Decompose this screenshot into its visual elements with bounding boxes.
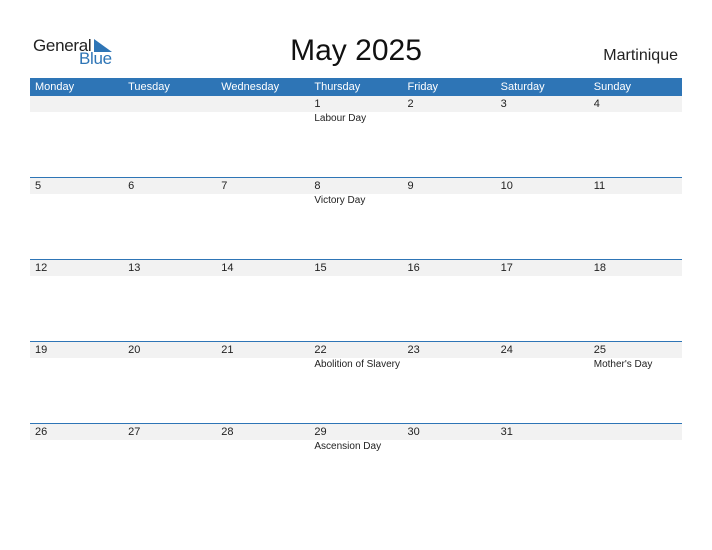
holiday-label: Ascension Day <box>314 441 382 452</box>
day-number <box>35 96 123 112</box>
week-cells: 19 20 21 22 Abolition of Slavery 23 24 25 Mother… <box>30 342 682 372</box>
day-number: 22 <box>314 344 327 356</box>
day-cell: 20 <box>123 342 216 372</box>
day-number: 7 <box>221 180 228 192</box>
day-cell <box>589 424 682 454</box>
week-cells: 26 27 28 29 Ascension Day 30 31 <box>30 424 682 454</box>
day-cell <box>30 96 123 126</box>
day-number: 2 <box>407 98 414 110</box>
day-number: 29 <box>314 426 327 438</box>
day-cell: 12 <box>30 260 123 276</box>
day-cell: 22 Abolition of Slavery <box>309 342 402 372</box>
calendar-week: 12 13 14 15 16 17 18 <box>30 259 682 341</box>
day-number: 14 <box>221 262 234 274</box>
weekday-monday: Monday <box>35 81 75 93</box>
day-number: 28 <box>221 426 234 438</box>
day-cell: 23 <box>403 342 496 372</box>
day-cell: 3 <box>496 96 589 126</box>
day-number: 27 <box>128 426 141 438</box>
weeks-container: 1 Labour Day 2 3 4 5 6 7 8 Victory Day 9 10 11 12 13 14… <box>30 96 682 505</box>
weekday-saturday: Saturday <box>500 81 545 93</box>
day-cell: 31 <box>496 424 589 454</box>
calendar-week: 1 Labour Day 2 3 4 <box>30 96 682 177</box>
week-cells: 5 6 7 8 Victory Day 9 10 11 <box>30 178 682 208</box>
day-number: 21 <box>221 344 234 356</box>
day-cell: 14 <box>216 260 309 276</box>
day-cell: 6 <box>123 178 216 208</box>
day-cell: 21 <box>216 342 309 372</box>
weekday-header: Monday Tuesday Wednesday Thursday Friday… <box>30 78 682 96</box>
day-cell: 26 <box>30 424 123 454</box>
day-cell: 30 <box>403 424 496 454</box>
day-number: 19 <box>35 344 48 356</box>
calendar-week: 26 27 28 29 Ascension Day 30 31 <box>30 423 682 505</box>
day-number: 4 <box>593 98 600 110</box>
day-cell: 17 <box>496 260 589 276</box>
day-number: 18 <box>593 262 606 274</box>
day-number: 26 <box>35 426 48 438</box>
calendar-grid: Monday Tuesday Wednesday Thursday Friday… <box>30 78 682 505</box>
day-cell <box>123 96 216 126</box>
day-number: 8 <box>314 180 321 192</box>
day-cell: 4 <box>589 96 682 126</box>
weekday-friday: Friday <box>407 81 439 93</box>
day-cell: 28 <box>216 424 309 454</box>
day-number: 30 <box>407 426 420 438</box>
calendar-week: 5 6 7 8 Victory Day 9 10 11 <box>30 177 682 259</box>
day-cell: 2 <box>403 96 496 126</box>
week-cells: 1 Labour Day 2 3 4 <box>30 96 682 126</box>
day-cell: 8 Victory Day <box>309 178 402 208</box>
day-cell: 24 <box>496 342 589 372</box>
day-cell: 16 <box>403 260 496 276</box>
day-number: 13 <box>128 262 141 274</box>
day-number: 10 <box>500 180 513 192</box>
day-cell: 7 <box>216 178 309 208</box>
day-number: 31 <box>500 426 513 438</box>
day-cell: 25 Mother's Day <box>589 342 682 372</box>
weekday-thursday: Thursday <box>314 81 361 93</box>
holiday-label: Mother's Day <box>593 359 653 370</box>
day-cell: 19 <box>30 342 123 372</box>
holiday-label: Abolition of Slavery <box>314 359 400 370</box>
day-number <box>221 96 309 112</box>
holiday-label: Labour Day <box>314 113 367 124</box>
day-cell: 27 <box>123 424 216 454</box>
weekday-wednesday: Wednesday <box>221 81 280 93</box>
day-number: 25 <box>593 344 606 356</box>
day-cell: 18 <box>589 260 682 276</box>
day-cell: 13 <box>123 260 216 276</box>
day-cell: 11 <box>589 178 682 208</box>
day-cell: 10 <box>496 178 589 208</box>
day-number: 20 <box>128 344 141 356</box>
calendar-week: 19 20 21 22 Abolition of Slavery 23 24 25 Mother… <box>30 341 682 423</box>
day-number <box>128 96 216 112</box>
day-cell <box>216 96 309 126</box>
holiday-label: Victory Day <box>314 195 366 206</box>
day-number: 23 <box>407 344 420 356</box>
day-cell: 15 <box>309 260 402 276</box>
weekday-sunday: Sunday <box>593 81 632 93</box>
day-number: 15 <box>314 262 327 274</box>
day-number: 3 <box>500 98 507 110</box>
week-cells: 12 13 14 15 16 17 18 <box>30 260 682 276</box>
day-number: 16 <box>407 262 420 274</box>
day-number: 11 <box>593 180 606 192</box>
day-cell: 5 <box>30 178 123 208</box>
day-number <box>594 424 682 440</box>
day-cell: 9 <box>403 178 496 208</box>
day-number: 24 <box>500 344 513 356</box>
day-number: 1 <box>314 98 321 110</box>
day-number: 5 <box>35 180 42 192</box>
day-number: 17 <box>500 262 513 274</box>
day-number: 6 <box>128 180 135 192</box>
day-number: 12 <box>35 262 48 274</box>
day-cell: 1 Labour Day <box>309 96 402 126</box>
day-cell: 29 Ascension Day <box>309 424 402 454</box>
weekday-tuesday: Tuesday <box>128 81 170 93</box>
day-number: 9 <box>407 180 414 192</box>
country-label: Martinique <box>603 47 678 64</box>
